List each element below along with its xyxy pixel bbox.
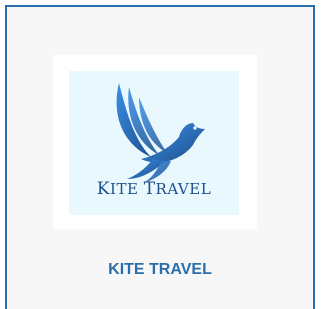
logo-wordmark: KITE TRAVEL <box>69 179 239 199</box>
logo-wordmark-ravel: RAVEL <box>155 180 212 198</box>
logo-wordmark-t: T <box>143 179 156 199</box>
brand-title[interactable]: KITE TRAVEL <box>7 261 313 279</box>
bird-logo-icon <box>116 83 205 183</box>
logo-wordmark-k: K <box>96 179 111 199</box>
brand-card[interactable]: KITE TRAVEL KITE TRAVEL <box>5 5 315 309</box>
logo-image: KITE TRAVEL <box>69 71 239 215</box>
logo-wordmark-ite: ITE <box>110 180 139 198</box>
logo-frame: KITE TRAVEL <box>53 55 257 229</box>
